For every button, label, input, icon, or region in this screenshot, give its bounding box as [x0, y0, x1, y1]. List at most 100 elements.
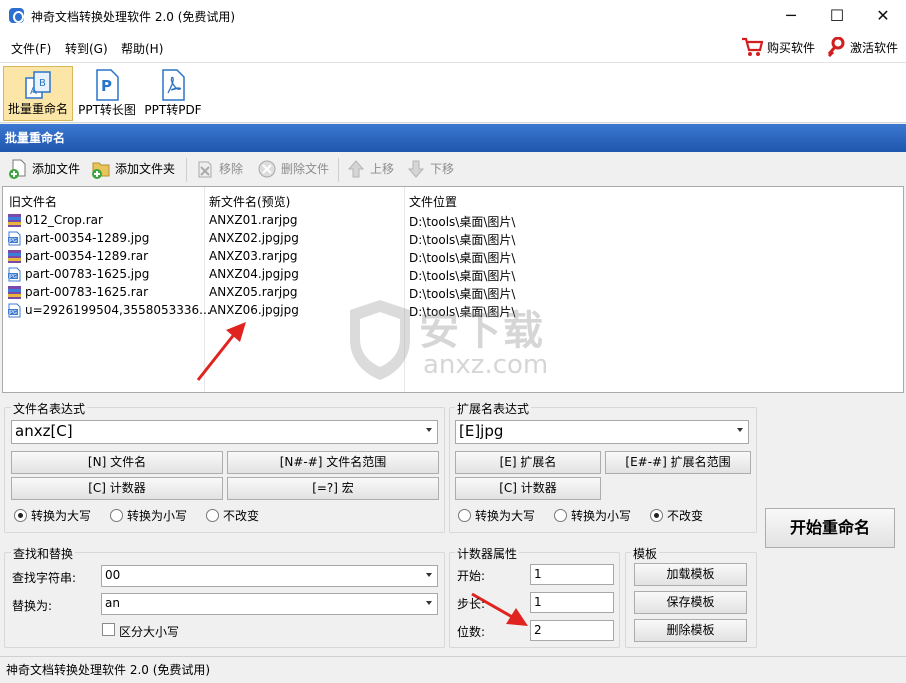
add-file-button[interactable]: 添加文件: [6, 159, 80, 179]
table-row[interactable]: JPG part-00354-1289.jpg ANXZ02.jpgjpg D:\to…: [3, 230, 903, 248]
old-filename-cell: u=2926199504,3558053336...: [25, 303, 211, 317]
delete-file-label: 删除文件: [281, 162, 330, 176]
menu-help[interactable]: 帮助(H): [121, 40, 163, 57]
table-row[interactable]: 012_Crop.rar ANXZ01.rarjpg D:\tools\桌面\图片\: [3, 212, 903, 230]
insert-name-button[interactable]: [N] 文件名: [11, 451, 223, 474]
find-string-value: 00: [105, 568, 121, 582]
insert-macro-button[interactable]: [=?] 宏: [227, 477, 439, 500]
cart-icon[interactable]: [741, 36, 763, 58]
ext-lowercase-radio[interactable]: 转换为小写: [554, 508, 631, 524]
svg-text:JPG: JPG: [8, 238, 17, 244]
batch-rename-tool-button[interactable]: A B 批量重命名: [3, 66, 73, 121]
ext-keep-radio[interactable]: 不改变: [650, 508, 703, 524]
extension-expression-combo[interactable]: [E]jpg: [455, 420, 749, 444]
new-filename-cell: ANXZ05.rarjpg: [209, 285, 298, 299]
minimize-button[interactable]: ─: [768, 0, 814, 32]
file-location-cell: D:\tools\桌面\图片\: [409, 233, 516, 247]
delete-file-button[interactable]: 删除文件: [255, 159, 329, 179]
menu-file[interactable]: 文件(F): [11, 40, 51, 57]
add-folder-button[interactable]: 添加文件夹: [89, 159, 175, 179]
close-button[interactable]: ✕: [860, 0, 906, 32]
menu-goto[interactable]: 转到(G): [65, 40, 108, 57]
move-up-button[interactable]: 上移: [344, 159, 394, 179]
add-file-icon: [9, 159, 26, 179]
toolbar-divider: [186, 158, 187, 182]
filename-uppercase-radio[interactable]: 转换为大写: [14, 508, 91, 524]
move-up-label: 上移: [370, 162, 395, 176]
new-filename-cell: ANXZ03.rarjpg: [209, 249, 298, 263]
insert-extension-button[interactable]: [E] 扩展名: [455, 451, 601, 474]
radio-label: 不改变: [667, 509, 704, 523]
radio-label: 转换为小写: [571, 509, 632, 523]
column-header-location[interactable]: 文件位置: [409, 193, 457, 210]
old-filename-cell: part-00783-1625.jpg: [25, 267, 150, 281]
key-icon[interactable]: [827, 37, 845, 57]
radio-icon: [458, 509, 471, 522]
status-bar: 神奇文档转换处理软件 2.0 (免费试用): [0, 656, 906, 683]
radio-label: 转换为大写: [475, 509, 536, 523]
rar-file-icon: [8, 214, 21, 227]
save-template-button[interactable]: 保存模板: [634, 591, 747, 614]
ppt-to-image-tool-button[interactable]: P PPT转长图: [75, 66, 139, 121]
jpg-file-icon: JPG: [8, 267, 21, 282]
old-filename-cell: 012_Crop.rar: [25, 213, 103, 227]
watermark-en: anxz.com: [423, 350, 549, 380]
table-row[interactable]: part-00354-1289.rar ANXZ03.rarjpg D:\tools…: [3, 248, 903, 266]
chevron-down-icon[interactable]: [426, 573, 432, 577]
insert-name-range-button[interactable]: [N#-#] 文件名范围: [227, 451, 439, 474]
case-sensitive-checkbox[interactable]: [102, 623, 115, 636]
remove-button[interactable]: 移除: [193, 159, 243, 179]
column-header-new-name[interactable]: 新文件名(预览): [209, 193, 290, 210]
filename-keep-radio[interactable]: 不改变: [206, 508, 259, 524]
new-filename-cell: ANXZ04.jpgjpg: [209, 267, 299, 281]
svg-text:JPG: JPG: [8, 310, 17, 316]
red-arrow-icon: [196, 322, 246, 381]
case-sensitive-label: 区分大小写: [119, 625, 180, 639]
start-rename-button[interactable]: 开始重命名: [765, 508, 895, 548]
chevron-down-icon[interactable]: [426, 428, 432, 432]
file-location-cell: D:\tools\桌面\图片\: [409, 269, 516, 283]
table-row[interactable]: JPG part-00783-1625.jpg ANXZ04.jpgjpg D:\to…: [3, 266, 903, 284]
insert-counter-button[interactable]: [C] 计数器: [11, 477, 223, 500]
chevron-down-icon[interactable]: [737, 428, 743, 432]
find-replace-label: 查找和替换: [11, 545, 76, 562]
counter-step-input[interactable]: 1: [530, 592, 614, 613]
delete-icon: [258, 160, 276, 178]
filename-lowercase-radio[interactable]: 转换为小写: [110, 508, 187, 524]
delete-template-button[interactable]: 删除模板: [634, 619, 747, 642]
add-folder-label: 添加文件夹: [115, 162, 176, 176]
ppt-to-pdf-label: PPT转PDF: [144, 103, 202, 117]
arrow-up-icon: [347, 160, 365, 178]
watermark: 安下载 anxz.com: [345, 298, 565, 382]
add-file-label: 添加文件: [32, 162, 81, 176]
counter-digits-input[interactable]: 2: [530, 620, 614, 641]
ppt-to-image-label: PPT转长图: [78, 103, 136, 117]
rar-file-icon: [8, 250, 21, 263]
buy-software-link[interactable]: 购买软件: [767, 39, 815, 56]
old-filename-cell: part-00354-1289.jpg: [25, 231, 150, 245]
replace-with-combo[interactable]: an: [101, 593, 438, 615]
chevron-down-icon[interactable]: [426, 601, 432, 605]
filename-expression-combo[interactable]: anxz[C]: [11, 420, 438, 444]
find-string-combo[interactable]: 00: [101, 565, 438, 587]
template-label: 模板: [631, 545, 660, 562]
new-filename-cell: ANXZ02.jpgjpg: [209, 231, 299, 245]
counter-step-label: 步长:: [457, 597, 486, 611]
extension-expression-value: [E]jpg: [459, 422, 504, 440]
move-down-button[interactable]: 下移: [404, 159, 454, 179]
ppt-to-pdf-tool-button[interactable]: PPT转PDF: [141, 66, 205, 121]
batch-rename-icon: A B: [25, 71, 51, 99]
column-header-old-name[interactable]: 旧文件名: [9, 193, 57, 210]
new-filename-cell: ANXZ06.jpgjpg: [209, 303, 299, 317]
maximize-button[interactable]: ☐: [814, 0, 860, 32]
counter-start-input[interactable]: 1: [530, 564, 614, 585]
activate-software-link[interactable]: 激活软件: [850, 39, 898, 56]
old-filename-cell: part-00354-1289.rar: [25, 249, 149, 263]
insert-extension-range-button[interactable]: [E#-#] 扩展名范围: [605, 451, 751, 474]
ppt-icon: P: [96, 69, 119, 101]
load-template-button[interactable]: 加载模板: [634, 563, 747, 586]
radio-selected-icon: [14, 509, 27, 522]
ext-uppercase-radio[interactable]: 转换为大写: [458, 508, 535, 524]
radio-icon: [206, 509, 219, 522]
insert-ext-counter-button[interactable]: [C] 计数器: [455, 477, 601, 500]
